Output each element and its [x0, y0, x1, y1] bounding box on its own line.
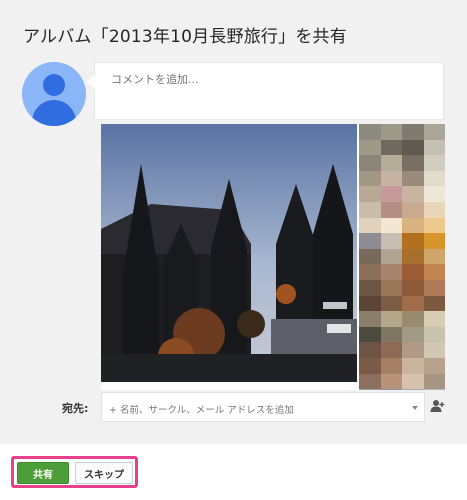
- person-add-icon[interactable]: [429, 398, 445, 414]
- avatar: [22, 62, 86, 126]
- share-button[interactable]: 共有: [17, 462, 69, 484]
- page-title: アルバム「2013年10月長野旅行」を共有: [23, 27, 347, 47]
- comment-card: [87, 62, 444, 120]
- avatar-body: [32, 100, 76, 126]
- recipients-label: 宛先:: [62, 402, 89, 415]
- album-thumbnail-pixelated: [359, 124, 445, 390]
- chevron-down-icon[interactable]: [412, 406, 418, 410]
- recipients-input[interactable]: + 名前、サークル、メール アドレスを追加: [101, 392, 425, 422]
- album-preview: [101, 124, 445, 390]
- recipients-placeholder: + 名前、サークル、メール アドレスを追加: [109, 405, 294, 416]
- avatar-head: [43, 74, 65, 96]
- comment-input[interactable]: [111, 73, 411, 86]
- album-cover-photo: [101, 124, 357, 382]
- skip-button[interactable]: スキップ: [75, 462, 133, 484]
